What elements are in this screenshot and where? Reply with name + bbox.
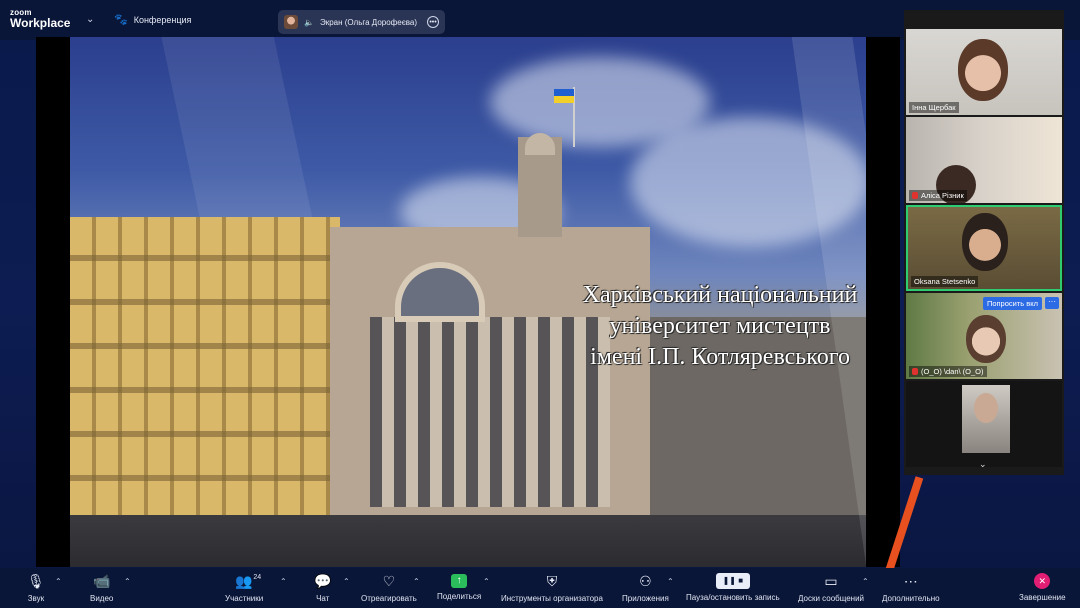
chat-button[interactable]: 💬 Чат (314, 572, 331, 603)
apps-icon: ⚇ (639, 573, 652, 589)
paw-icon: 🐾 (114, 14, 128, 26)
participant-name: Oksana Stetsenko (914, 277, 976, 286)
apps-label: Приложения (622, 594, 669, 603)
video-tile[interactable]: Інна Щербак (906, 29, 1062, 115)
more-options-icon[interactable]: ••• (427, 16, 439, 28)
participants-label: Участники (225, 594, 264, 603)
zoom-window: zoom Workplace ⌄ 🐾 Конференция 🔈 Экран (… (0, 0, 1080, 608)
host-tools-button[interactable]: ⛨ Инструменты организатора (501, 572, 603, 603)
more-icon: ⋯ (903, 573, 918, 589)
tile-more-icon[interactable]: ··· (1045, 297, 1059, 309)
slide-caption: Харківський національний університет мис… (540, 280, 866, 373)
share-pill-label: Экран (Ольга Дорофеєва) (319, 17, 418, 27)
participant-name-label: Oksana Stetsenko (911, 276, 979, 287)
end-button[interactable]: ✕ Завершение (1019, 572, 1066, 602)
participant-name-label: Аліса Різник (909, 190, 967, 201)
participants-count: 24 (253, 574, 262, 581)
mic-muted-icon (912, 368, 918, 375)
meeting-info-button[interactable]: 🐾 Конференция (114, 13, 191, 26)
heart-icon: ♡ (382, 573, 396, 589)
audio-options-caret[interactable]: ⌃ (55, 577, 62, 586)
caption-line: університет мистецтв (609, 313, 831, 339)
shield-icon: ⛨ (546, 573, 558, 589)
whiteboards-button[interactable]: ▭ Доски сообщений (798, 572, 864, 603)
building-left (70, 217, 340, 517)
share-label: Поделиться (437, 592, 482, 601)
chat-label: Чат (316, 594, 330, 603)
university-building (330, 227, 650, 527)
caption-line: імені І.П. Котляревського (590, 344, 850, 370)
participant-name: Аліса Різник (921, 191, 964, 200)
chat-icon: 💬 (314, 573, 332, 589)
meeting-toolbar: 🎙 Звук ⌃ 📹 Видео ⌃ 👥 24 Участники ⌃ 💬 Чат… (0, 568, 1080, 608)
react-button[interactable]: ♡ Отреагировать (361, 572, 417, 603)
end-label: Завершение (1019, 593, 1066, 602)
chat-options-caret[interactable]: ⌃ (343, 577, 350, 586)
host-tools-label: Инструменты организатора (501, 594, 603, 603)
share-icon: ↑ (451, 574, 468, 588)
tower-dome (525, 133, 555, 155)
speaker-icon: 🔈 (304, 17, 314, 27)
participants-button[interactable]: 👥 24 Участники (225, 572, 263, 603)
video-options-caret[interactable]: ⌃ (124, 577, 131, 586)
share-button[interactable]: ↑ Поделиться (437, 572, 481, 601)
more-button[interactable]: ⋯ Дополнительно (882, 572, 940, 603)
meeting-label: Конференция (133, 14, 192, 25)
video-tile-active-speaker[interactable]: Oksana Stetsenko (906, 205, 1062, 291)
chevron-down-icon[interactable]: ⌄ (86, 14, 94, 25)
participants-options-caret[interactable]: ⌃ (280, 577, 287, 586)
react-label: Отреагировать (361, 594, 417, 603)
gallery-header (904, 10, 1064, 28)
street (70, 515, 866, 567)
participant-video (966, 315, 1006, 363)
video-button[interactable]: 📹 Видео (90, 572, 113, 603)
react-options-caret[interactable]: ⌃ (413, 577, 420, 586)
audio-button[interactable]: 🎙 Звук (27, 572, 45, 603)
participant-name: (O_O) \dan\ (O_O) (921, 367, 984, 376)
shared-screen: Харківський національний університет мис… (36, 37, 900, 567)
participant-gallery: Інна Щербак Аліса Різник Oksana Stetsenk… (904, 27, 1064, 475)
screen-share-pill[interactable]: 🔈 Экран (Ольга Дорофеєва) ••• (278, 10, 445, 34)
whiteboards-options-caret[interactable]: ⌃ (862, 577, 869, 586)
participant-video (958, 39, 1008, 101)
ask-to-unmute-button[interactable]: Попросить вкл (982, 297, 1042, 310)
participant-name-label: Інна Щербак (909, 102, 959, 113)
more-label: Дополнительно (882, 594, 940, 603)
audio-icon: 🎙 (27, 573, 45, 589)
ukraine-flag-icon (554, 89, 574, 103)
video-tile[interactable]: Аліса Різник (906, 117, 1062, 203)
video-tile[interactable]: Попросить вкл ··· (O_O) \dan\ (O_O) (906, 293, 1062, 379)
participant-video (962, 385, 1010, 453)
apps-options-caret[interactable]: ⌃ (667, 577, 674, 586)
gallery-scroll-down-icon[interactable]: ⌄ (979, 459, 987, 470)
apps-button[interactable]: ⚇ Приложения (622, 572, 669, 603)
record-icon: ❚❚ ■ (715, 573, 750, 589)
audio-label: Звук (27, 594, 45, 603)
presentation-slide: Харківський національний університет мис… (70, 37, 866, 567)
zoom-logo: zoom Workplace (10, 9, 71, 30)
presenter-avatar (284, 15, 298, 29)
whiteboard-icon: ▭ (824, 573, 838, 589)
participant-video (962, 213, 1008, 271)
record-label: Пауза/остановить запись (686, 593, 780, 602)
end-icon: ✕ (1034, 573, 1051, 589)
participants-icon: 👥 24 (235, 572, 261, 590)
caption-line: Харківський національний (582, 282, 858, 308)
participant-name: Інна Щербак (912, 103, 956, 112)
whiteboards-label: Доски сообщений (798, 594, 865, 603)
video-icon: 📹 (92, 573, 111, 589)
mic-muted-icon (912, 192, 918, 199)
record-button[interactable]: ❚❚ ■ Пауза/остановить запись (686, 572, 780, 602)
logo-workplace-text: Workplace (10, 16, 71, 30)
share-options-caret[interactable]: ⌃ (483, 577, 490, 586)
video-tile[interactable] (906, 381, 1062, 467)
participant-name-label: (O_O) \dan\ (O_O) (909, 366, 987, 377)
video-label: Видео (90, 594, 114, 603)
